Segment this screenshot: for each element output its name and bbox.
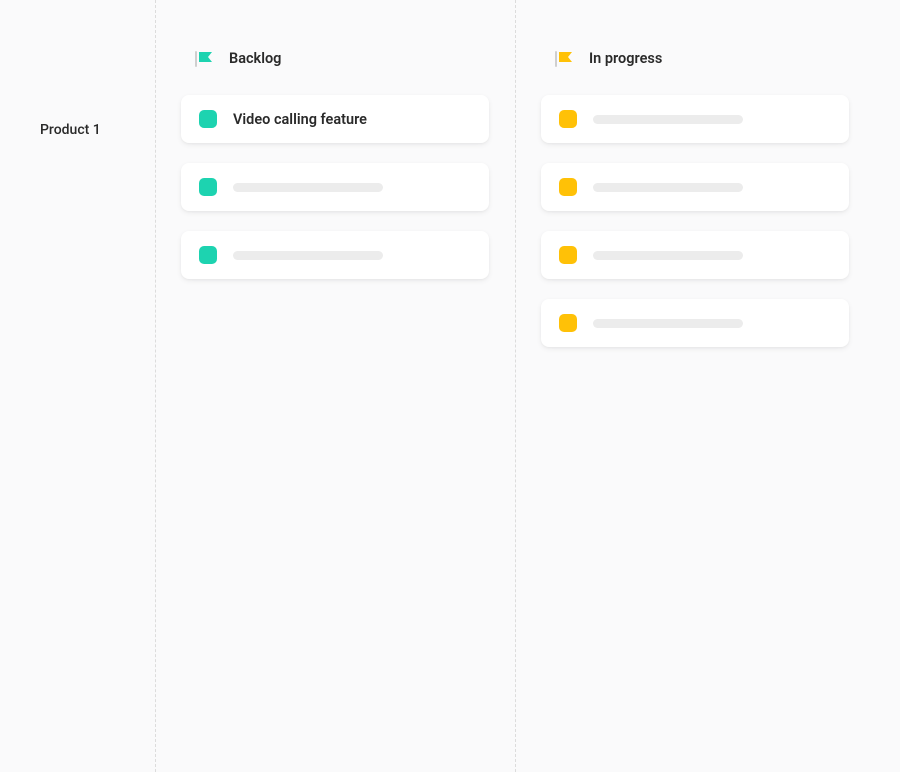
card-placeholder (593, 183, 743, 192)
flag-icon (195, 51, 215, 67)
column-header-in-progress: In progress (541, 50, 849, 87)
kanban-board: Product 1 Backlog Video calling feature (0, 0, 900, 512)
card-list-in-progress (541, 95, 849, 347)
card-placeholder (233, 183, 383, 192)
card-list-backlog: Video calling feature (181, 95, 489, 279)
column-backlog: Backlog Video calling feature (155, 50, 515, 512)
card-title: Video calling feature (233, 111, 367, 128)
card[interactable] (541, 231, 849, 279)
card-placeholder (593, 115, 743, 124)
card[interactable]: Video calling feature (181, 95, 489, 143)
card[interactable] (541, 163, 849, 211)
column-divider (155, 0, 156, 772)
card-color-dot (199, 110, 217, 128)
product-label[interactable]: Product 1 (0, 122, 155, 138)
column-title: Backlog (229, 50, 281, 67)
card-placeholder (593, 319, 743, 328)
column-divider (515, 0, 516, 772)
card-placeholder (593, 251, 743, 260)
flag-icon (555, 51, 575, 67)
card-placeholder (233, 251, 383, 260)
card[interactable] (541, 299, 849, 347)
card-color-dot (559, 246, 577, 264)
card-color-dot (199, 246, 217, 264)
card-color-dot (559, 110, 577, 128)
card-color-dot (559, 314, 577, 332)
card-color-dot (559, 178, 577, 196)
card[interactable] (181, 231, 489, 279)
card-color-dot (199, 178, 217, 196)
column-header-backlog: Backlog (181, 50, 489, 87)
card[interactable] (181, 163, 489, 211)
card[interactable] (541, 95, 849, 143)
column-title: In progress (589, 50, 662, 67)
column-in-progress: In progress (515, 50, 875, 512)
board-sidebar: Product 1 (0, 50, 155, 512)
